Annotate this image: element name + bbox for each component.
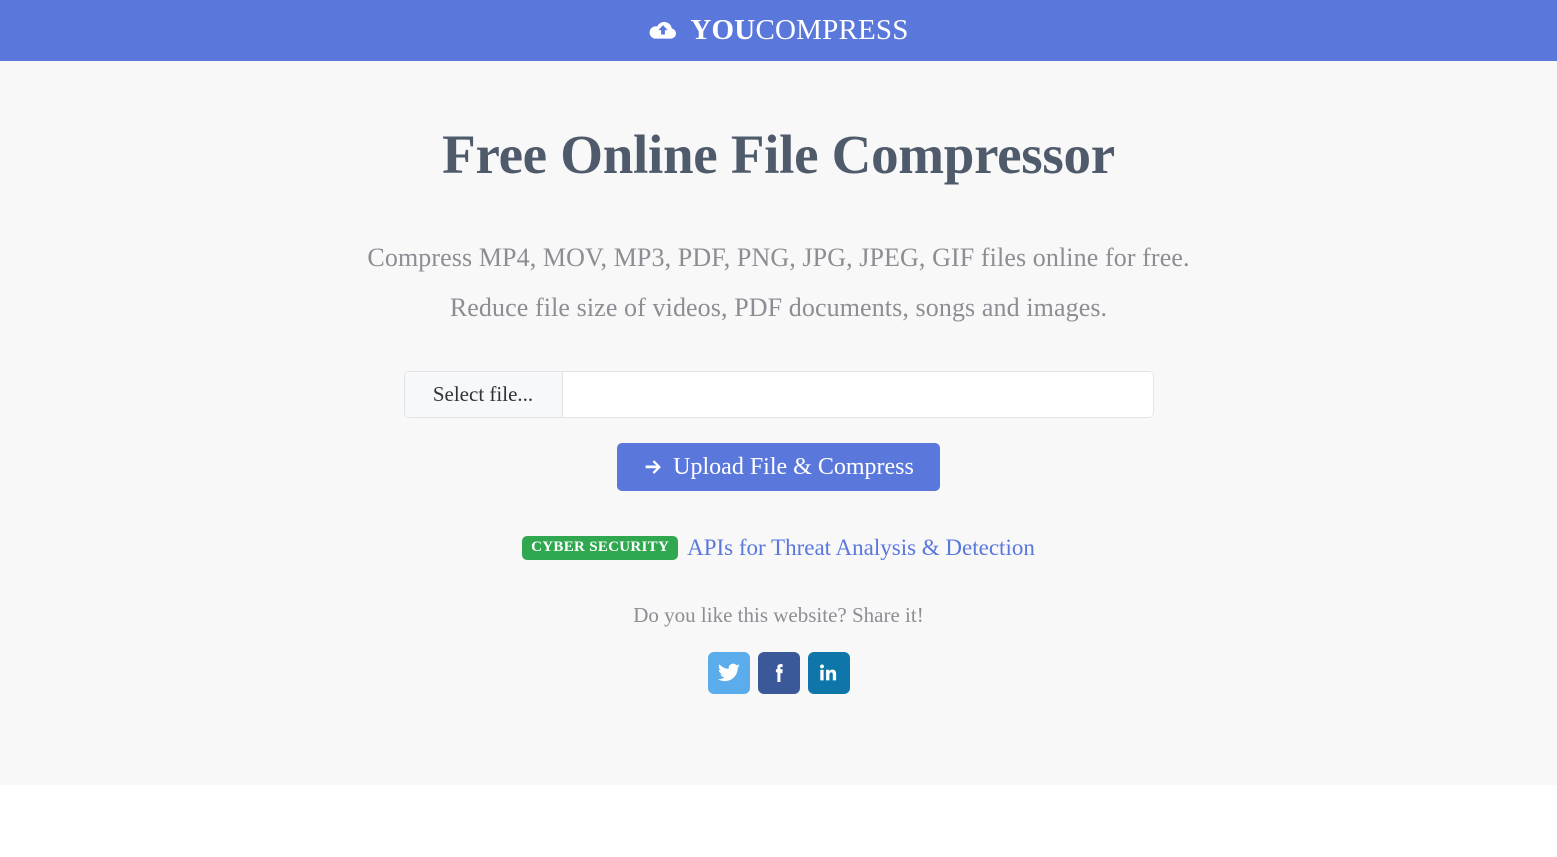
linkedin-icon <box>817 661 841 685</box>
file-name-input[interactable] <box>562 372 1153 418</box>
cyber-security-badge: CYBER SECURITY <box>522 536 679 561</box>
promo-link[interactable]: APIs for Threat Analysis & Detection <box>687 535 1035 561</box>
brand-text: YOUCOMPRESS <box>690 16 908 45</box>
twitter-icon <box>717 661 741 685</box>
upload-and-compress-button[interactable]: Upload File & Compress <box>617 443 940 492</box>
hero-section: Free Online File Compressor Compress MP4… <box>0 61 1557 785</box>
select-file-button[interactable]: Select file... <box>404 372 563 418</box>
share-twitter-button[interactable] <box>707 652 750 695</box>
cloud-upload-icon <box>648 17 678 47</box>
page-body-below-hero <box>0 785 1557 857</box>
share-facebook-button[interactable] <box>757 652 800 695</box>
brand-logo-link[interactable]: YOUCOMPRESS <box>648 15 908 47</box>
facebook-icon <box>767 661 791 685</box>
share-prompt: Do you like this website? Share it! <box>633 603 924 628</box>
subtitle-line-2: Reduce file size of videos, PDF document… <box>449 293 1108 323</box>
upload-button-label: Upload File & Compress <box>673 454 914 481</box>
share-linkedin-button[interactable] <box>807 652 850 695</box>
subtitle-line-1: Compress MP4, MOV, MP3, PDF, PNG, JPG, J… <box>367 243 1190 273</box>
arrow-right-icon <box>643 457 663 477</box>
page-title: Free Online File Compressor <box>442 124 1115 185</box>
hero-subtitle: Compress MP4, MOV, MP3, PDF, PNG, JPG, J… <box>0 233 1557 333</box>
site-header: YOUCOMPRESS <box>0 0 1557 61</box>
promo-banner: CYBER SECURITY APIs for Threat Analysis … <box>0 535 1557 561</box>
brand-compress: COMPRESS <box>755 14 909 46</box>
social-share-row <box>0 652 1557 695</box>
brand-you: YOU <box>690 14 756 46</box>
file-upload-group: Select file... <box>403 371 1154 419</box>
